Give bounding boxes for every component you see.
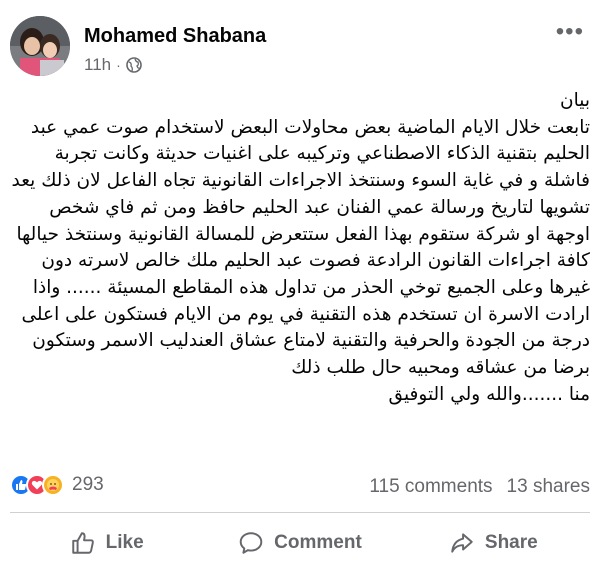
like-button[interactable]: Like bbox=[10, 524, 203, 562]
thumbs-up-icon bbox=[71, 532, 94, 554]
comment-button[interactable]: Comment bbox=[203, 524, 396, 562]
author-avatar[interactable] bbox=[10, 16, 70, 76]
post-meta: 11h · bbox=[84, 55, 142, 75]
comment-label: Comment bbox=[274, 532, 362, 553]
comments-count[interactable]: 115 comments bbox=[369, 476, 492, 498]
more-dots-icon[interactable]: ••• bbox=[556, 20, 584, 44]
like-label: Like bbox=[105, 532, 144, 553]
share-arrow-icon bbox=[451, 533, 473, 553]
divider bbox=[10, 512, 590, 513]
share-label: Share bbox=[484, 532, 538, 553]
reactions-summary[interactable]: 293 bbox=[10, 474, 104, 496]
post-actions: Like Comment Share bbox=[10, 524, 590, 562]
avatar-photo bbox=[10, 16, 70, 76]
share-button[interactable]: Share bbox=[397, 524, 590, 562]
engagement-counts: 115 comments 13 shares bbox=[369, 476, 590, 498]
post-stats: 293 115 comments 13 shares bbox=[10, 472, 590, 502]
reaction-count: 293 bbox=[72, 474, 104, 495]
shares-count[interactable]: 13 shares bbox=[507, 476, 590, 498]
globe-icon[interactable] bbox=[125, 57, 142, 73]
post-header: Mohamed Shabana 11h · ••• bbox=[10, 16, 590, 76]
comment-icon bbox=[239, 532, 263, 554]
author-name[interactable]: Mohamed Shabana bbox=[84, 25, 266, 48]
care-reaction-icon bbox=[42, 474, 64, 496]
post-time[interactable]: 11h bbox=[84, 55, 111, 75]
meta-separator: · bbox=[116, 57, 121, 73]
post-body: بيان تابعت خلال الايام الماضية بعض محاول… bbox=[11, 90, 590, 405]
